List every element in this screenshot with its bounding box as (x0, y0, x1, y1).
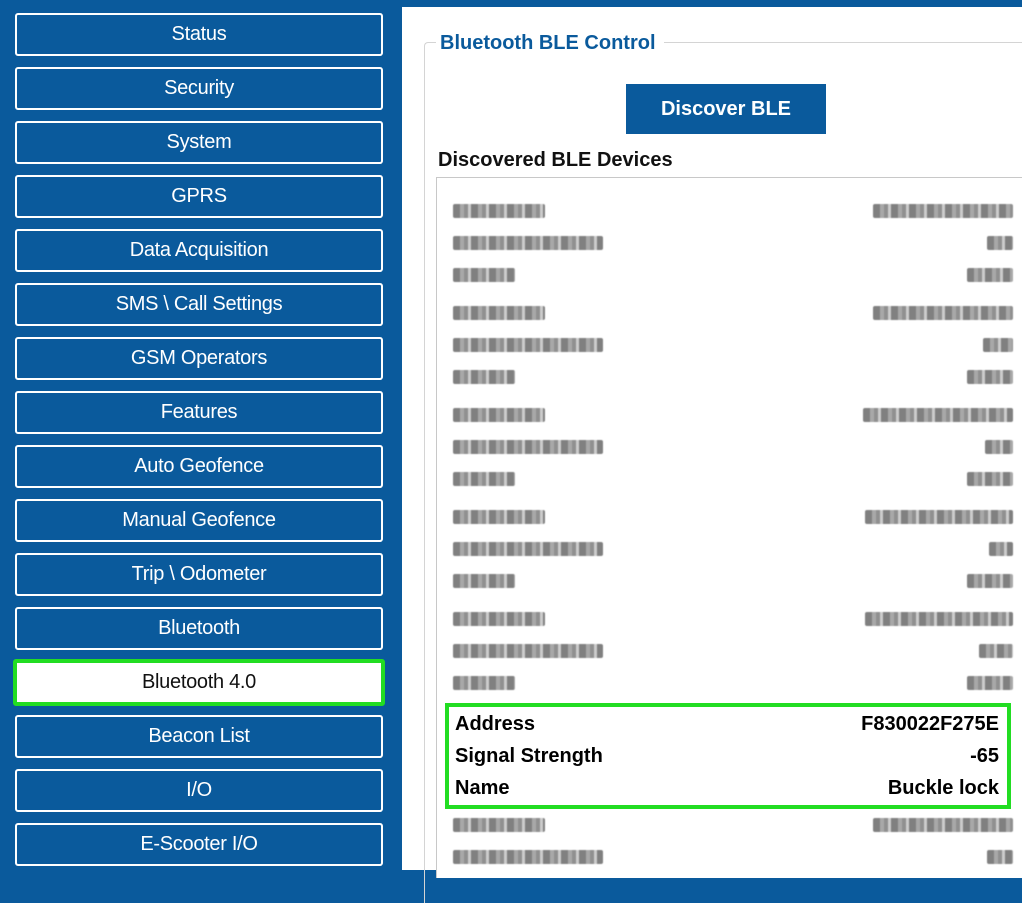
discover-ble-button[interactable]: Discover BLE (626, 84, 826, 134)
main-panel: Bluetooth BLE Control Discover BLE Disco… (402, 7, 1022, 903)
name-row: Name Buckle lock (455, 774, 999, 802)
nav-auto-geofence-button[interactable]: Auto Geofence (15, 445, 383, 488)
list-item[interactable] (437, 810, 1022, 878)
ble-control-title: Bluetooth BLE Control (436, 32, 664, 55)
address-row: Address F830022F275E (455, 710, 999, 738)
signal-row: Signal Strength -65 (455, 742, 999, 770)
nav-manual-geofence-button[interactable]: Manual Geofence (15, 499, 383, 542)
discovered-devices-list[interactable]: Address F830022F275E Signal Strength -65… (436, 177, 1022, 878)
nav-bluetooth-button[interactable]: Bluetooth (15, 607, 383, 650)
list-item[interactable] (437, 502, 1022, 600)
nav-data-acquisition-button[interactable]: Data Acquisition (15, 229, 383, 272)
discovered-devices-label: Discovered BLE Devices (438, 149, 673, 171)
address-label: Address (455, 712, 536, 735)
nav-security-button[interactable]: Security (15, 67, 383, 110)
nav-status-button[interactable]: Status (15, 13, 383, 56)
selected-device-item[interactable]: Address F830022F275E Signal Strength -65… (445, 703, 1011, 809)
nav-e-scooter-io-button[interactable]: E-Scooter I/O (15, 823, 383, 866)
nav-io-button[interactable]: I/O (15, 769, 383, 812)
list-item[interactable] (437, 196, 1022, 294)
nav-gprs-button[interactable]: GPRS (15, 175, 383, 218)
list-item[interactable] (437, 604, 1022, 702)
nav-bluetooth-4-button[interactable]: Bluetooth 4.0 (13, 659, 385, 706)
list-item[interactable] (437, 298, 1022, 396)
nav-gsm-operators-button[interactable]: GSM Operators (15, 337, 383, 380)
address-value: F830022F275E (861, 712, 999, 735)
nav-beacon-list-button[interactable]: Beacon List (15, 715, 383, 758)
device-name-label: Name (455, 776, 510, 799)
signal-strength-label: Signal Strength (455, 744, 603, 767)
nav-trip-odometer-button[interactable]: Trip \ Odometer (15, 553, 383, 596)
nav-system-button[interactable]: System (15, 121, 383, 164)
nav-sms-call-settings-button[interactable]: SMS \ Call Settings (15, 283, 383, 326)
device-name-value: Buckle lock (887, 776, 999, 799)
sidebar-nav: Status Security System GPRS Data Acquisi… (0, 0, 402, 870)
list-item[interactable] (437, 400, 1022, 498)
nav-features-button[interactable]: Features (15, 391, 383, 434)
signal-strength-value: -65 (970, 744, 999, 767)
